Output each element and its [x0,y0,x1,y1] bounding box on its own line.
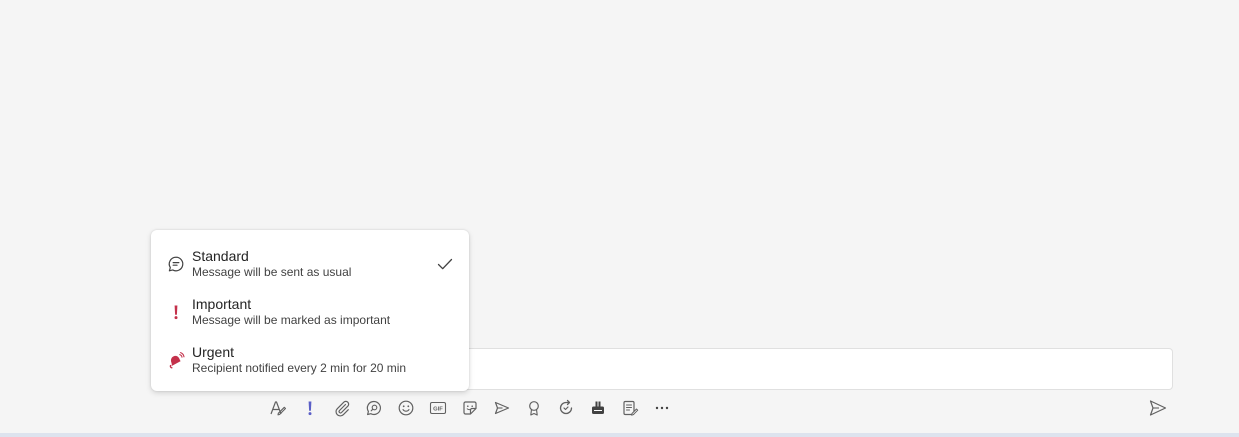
priority-button[interactable] [294,395,326,421]
menu-item-description: Recipient notified every 2 min for 20 mi… [192,361,407,375]
gif-button[interactable]: GIF [422,395,454,421]
schedule-meeting-icon [494,401,510,415]
bottom-edge-strip [0,433,1239,437]
menu-item-description: Message will be sent as usual [192,265,352,279]
format-icon [270,401,287,416]
updates-icon [559,399,573,415]
gif-label: GIF [433,407,443,413]
emoji-icon [398,400,414,416]
priority-icon [308,401,312,416]
more-options-button[interactable] [646,395,678,421]
forms-icon [623,400,639,416]
exclamation-icon [166,302,186,322]
menu-item-standard[interactable]: Standard Message will be sent as usual [151,240,469,288]
menu-item-description: Message will be marked as important [192,313,391,327]
loop-component-button[interactable] [358,395,390,421]
loop-component-icon [366,400,382,416]
schedule-meeting-button[interactable] [486,395,518,421]
delivery-options-menu: Standard Message will be sent as usual I… [151,230,469,391]
menu-item-label: Standard [192,248,249,264]
approvals-icon [592,401,604,414]
more-options-icon [655,406,669,410]
sticker-icon [463,401,477,415]
menu-item-label: Urgent [192,344,235,360]
checkmark-icon [435,254,455,274]
menu-item-label: Important [192,296,252,312]
praise-icon [529,401,539,416]
attach-icon [335,400,350,417]
send-button[interactable] [1144,395,1172,421]
approvals-button[interactable] [582,395,614,421]
attach-button[interactable] [326,395,358,421]
format-button[interactable] [262,395,294,421]
send-icon [1149,400,1167,416]
praise-button[interactable] [518,395,550,421]
sticker-button[interactable] [454,395,486,421]
alert-bell-icon [166,350,186,370]
updates-button[interactable] [550,395,582,421]
menu-item-urgent[interactable]: Urgent Recipient notified every 2 min fo… [151,336,469,384]
chat-bubble-icon [166,254,186,274]
forms-button[interactable] [614,395,646,421]
compose-toolbar: GIF [262,395,678,421]
gif-icon: GIF [429,401,447,415]
emoji-button[interactable] [390,395,422,421]
menu-item-important[interactable]: Important Message will be marked as impo… [151,288,469,336]
